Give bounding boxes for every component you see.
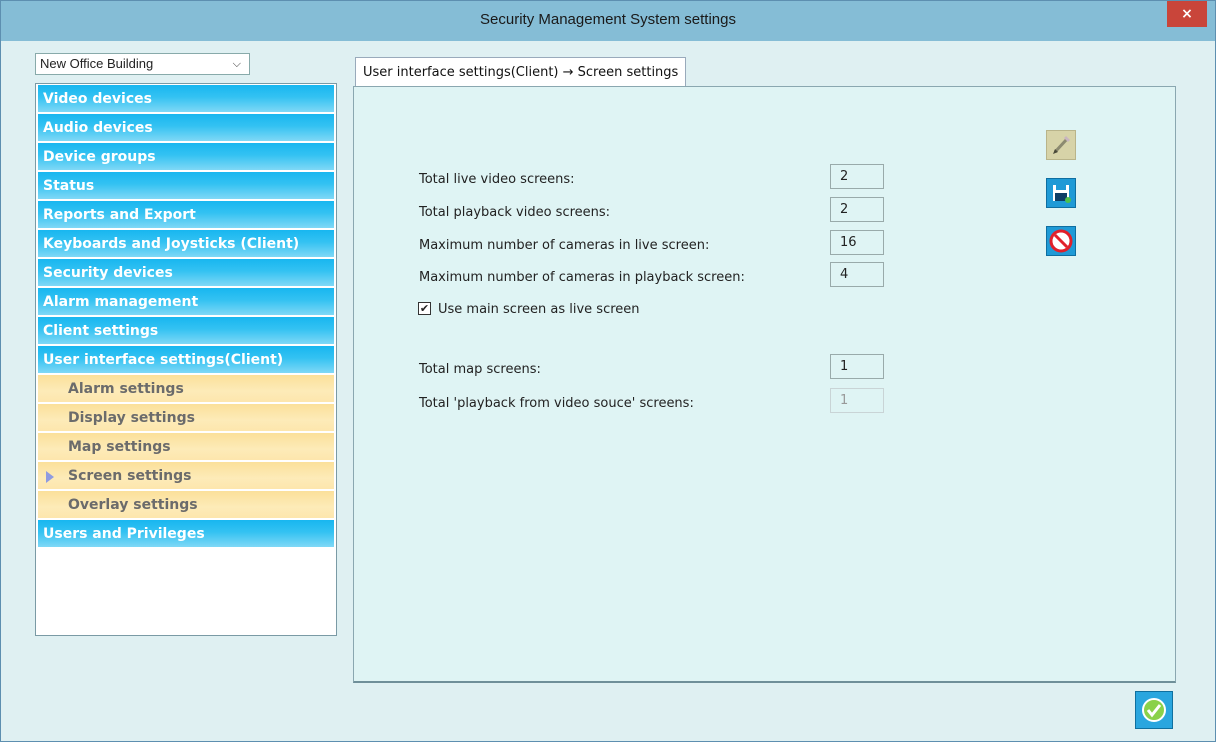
selected-arrow-icon (46, 471, 54, 483)
total-map-screens-field[interactable]: 1 (830, 354, 884, 379)
max-cameras-playback-label: Maximum number of cameras in playback sc… (419, 270, 745, 285)
site-dropdown-value: New Office Building (40, 56, 154, 71)
nav-item-label: Display settings (68, 410, 195, 426)
settings-nav: Video devices Audio devices Device group… (35, 83, 337, 636)
nav-item-user-interface-settings[interactable]: User interface settings(Client) (38, 346, 334, 373)
nav-subitem-map-settings[interactable]: Map settings (38, 433, 334, 460)
checkmark-icon (1142, 698, 1166, 722)
pencil-icon (1053, 135, 1071, 154)
nav-item-label: Alarm management (43, 294, 199, 310)
nav-item-video-devices[interactable]: Video devices (38, 85, 334, 112)
max-cameras-live-field[interactable]: 16 (830, 230, 884, 255)
ok-button[interactable] (1135, 691, 1173, 729)
nav-subitem-alarm-settings[interactable]: Alarm settings (38, 375, 334, 402)
nav-item-label: Keyboards and Joysticks (Client) (43, 236, 300, 252)
title-bar[interactable]: Security Management System settings × (1, 1, 1215, 41)
nav-item-label: User interface settings(Client) (43, 352, 284, 368)
save-button[interactable] (1046, 178, 1076, 208)
nav-item-security-devices[interactable]: Security devices (38, 259, 334, 286)
total-playback-source-field: 1 (830, 388, 884, 413)
total-live-screens-field[interactable]: 2 (830, 164, 884, 189)
total-playback-screens-label: Total playback video screens: (419, 205, 611, 220)
nav-item-label: Client settings (43, 323, 159, 339)
use-main-screen-checkbox[interactable]: ✔ (418, 302, 431, 315)
nav-item-label: Alarm settings (68, 381, 184, 397)
nav-item-keyboards-joysticks[interactable]: Keyboards and Joysticks (Client) (38, 230, 334, 257)
nav-item-label: Security devices (43, 265, 173, 281)
site-dropdown[interactable]: New Office Building ⌵ (35, 53, 250, 75)
nav-subitem-screen-settings[interactable]: Screen settings (38, 462, 334, 489)
cancel-button[interactable] (1046, 226, 1076, 256)
nav-item-label: Audio devices (43, 120, 153, 136)
nav-subitem-display-settings[interactable]: Display settings (38, 404, 334, 431)
nav-item-label: Overlay settings (68, 497, 198, 513)
nav-item-alarm-management[interactable]: Alarm management (38, 288, 334, 315)
max-cameras-playback-field[interactable]: 4 (830, 262, 884, 287)
nav-item-users-privileges[interactable]: Users and Privileges (38, 520, 334, 547)
total-playback-screens-field[interactable]: 2 (830, 197, 884, 222)
no-entry-icon (1049, 229, 1073, 253)
edit-button[interactable] (1046, 130, 1076, 160)
nav-item-label: Video devices (43, 91, 152, 107)
total-map-screens-label: Total map screens: (419, 362, 541, 377)
nav-subitem-overlay-settings[interactable]: Overlay settings (38, 491, 334, 518)
floppy-disk-icon (1053, 185, 1071, 203)
nav-item-label: Device groups (43, 149, 156, 165)
max-cameras-live-label: Maximum number of cameras in live screen… (419, 238, 710, 253)
nav-item-reports-export[interactable]: Reports and Export (38, 201, 334, 228)
nav-item-audio-devices[interactable]: Audio devices (38, 114, 334, 141)
nav-item-label: Users and Privileges (43, 526, 205, 542)
tab-screen-settings[interactable]: User interface settings(Client) → Screen… (355, 57, 687, 87)
nav-item-status[interactable]: Status (38, 172, 334, 199)
total-live-screens-label: Total live video screens: (419, 172, 575, 187)
nav-item-client-settings[interactable]: Client settings (38, 317, 334, 344)
chevron-down-icon: ⌵ (232, 58, 241, 70)
nav-item-label: Map settings (68, 439, 171, 455)
nav-item-device-groups[interactable]: Device groups (38, 143, 334, 170)
nav-item-label: Reports and Export (43, 207, 196, 223)
total-playback-source-label: Total 'playback from video souce' screen… (419, 396, 694, 411)
use-main-screen-label: Use main screen as live screen (438, 302, 640, 317)
close-button[interactable]: × (1167, 1, 1207, 27)
window-title: Security Management System settings (480, 11, 736, 28)
nav-item-label: Screen settings (68, 468, 192, 484)
nav-item-label: Status (43, 178, 95, 194)
